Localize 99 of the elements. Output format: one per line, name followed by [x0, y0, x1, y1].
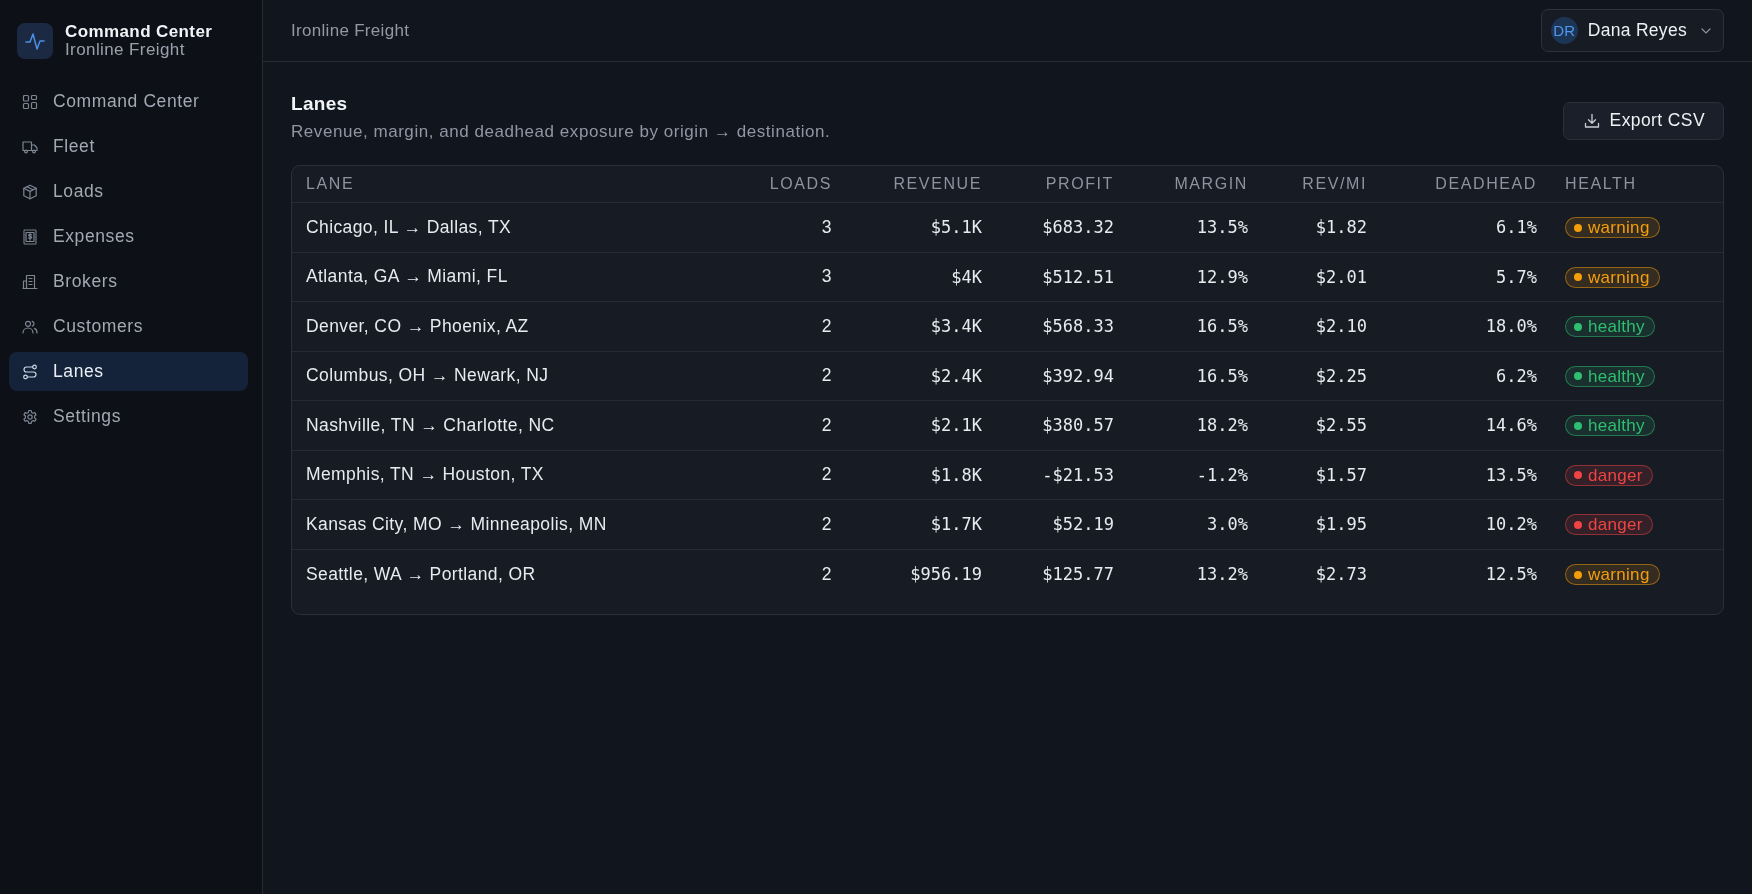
- table-cell-text: 12.5%: [1484, 564, 1537, 585]
- table-cell-text: Memphis, TN → Houston, TX: [306, 464, 545, 486]
- table-cell-text: $2.10: [1314, 316, 1367, 337]
- table-cell-text: 6.2%: [1495, 365, 1537, 386]
- table-cell-text: $5.1K: [929, 217, 982, 238]
- table-cell-text: 18.2%: [1195, 415, 1248, 436]
- table-cell-text: $2.73: [1314, 564, 1367, 585]
- nav-item[interactable]: Brokers: [9, 262, 248, 301]
- table-cell-text: 2: [820, 513, 832, 535]
- pulse-icon: [17, 23, 53, 59]
- nav-item[interactable]: Command Center: [9, 82, 248, 121]
- download-icon: [1583, 112, 1600, 129]
- table-cell-text: $380.57: [1041, 415, 1114, 436]
- status-label: warning: [1588, 565, 1650, 585]
- column-header: HEALTH: [1564, 175, 1638, 193]
- table-cell-text: 18.0%: [1484, 316, 1537, 337]
- table-cell-text: $2.55: [1314, 415, 1367, 436]
- column-header: REV/MI: [1301, 175, 1367, 193]
- table-cell-text: 2: [820, 464, 832, 486]
- table-cell-text: 14.6%: [1484, 415, 1537, 436]
- table-cell-text: Atlanta, GA → Miami, FL: [306, 266, 509, 288]
- table-cell-text: Kansas City, MO → Minneapolis, MN: [306, 513, 608, 535]
- nav-item[interactable]: Settings: [9, 397, 248, 436]
- table-cell-text: $1.8K: [929, 464, 982, 485]
- chevron-down-icon: [1701, 27, 1711, 34]
- table-cell-text: 2: [820, 414, 832, 436]
- status-label: warning: [1588, 218, 1650, 238]
- status-label: danger: [1588, 515, 1643, 535]
- table-cell-text: 2: [820, 365, 832, 387]
- nav-item[interactable]: Lanes: [9, 352, 248, 391]
- column-header: PROFIT: [1044, 175, 1114, 193]
- table-cell-text: $1.7K: [929, 514, 982, 535]
- status-label: healthy: [1588, 317, 1645, 337]
- status-label: danger: [1588, 465, 1643, 485]
- table-cell-text: -$21.53: [1041, 464, 1114, 485]
- table-cell-text: $1.82: [1314, 217, 1367, 238]
- table-cell-text: $392.94: [1041, 365, 1114, 386]
- table-cell-text: $1.95: [1314, 514, 1367, 535]
- page-subtitle: Revenue, margin, and deadhead exposure by origin → destination.: [291, 121, 831, 143]
- nav-item[interactable]: Fleet: [9, 127, 248, 166]
- truck-icon: [22, 138, 38, 155]
- table-cell-text: $52.19: [1051, 514, 1114, 535]
- table-cell-text: $2.25: [1314, 365, 1367, 386]
- table-cell-text: 2: [820, 563, 832, 585]
- column-header: LOADS: [768, 175, 832, 193]
- status-label: warning: [1588, 267, 1650, 287]
- table-cell-text: $4K: [950, 266, 982, 287]
- table-cell-text: $3.4K: [929, 316, 982, 337]
- table-cell-text: Nashville, TN → Charlotte, NC: [306, 414, 556, 436]
- box-icon: [22, 183, 38, 200]
- table-cell-text: Chicago, IL → Dallas, TX: [306, 216, 513, 238]
- column-header: LANE: [306, 175, 356, 193]
- user-menu-button[interactable]: DR Dana Reyes: [1540, 9, 1724, 52]
- table-cell-text: $2.4K: [929, 365, 982, 386]
- nav-item[interactable]: Loads: [9, 172, 248, 211]
- organization-name: Ironline Freight: [291, 20, 410, 41]
- status-label: healthy: [1588, 416, 1645, 436]
- table-cell-text: $683.32: [1041, 217, 1114, 238]
- table-cell-text: 3.0%: [1206, 514, 1248, 535]
- table-cell-text: $125.77: [1041, 564, 1114, 585]
- route-icon: [22, 363, 38, 380]
- table-cell-text: $1.57: [1314, 464, 1367, 485]
- table-cell-text: Denver, CO → Phoenix, AZ: [306, 315, 530, 337]
- nav-item[interactable]: Customers: [9, 307, 248, 346]
- gear-icon: [22, 408, 38, 425]
- column-header: DEADHEAD: [1434, 175, 1537, 193]
- grid-icon: [22, 93, 38, 110]
- table-cell-text: 3: [820, 216, 832, 238]
- table-cell-text: 16.5%: [1195, 365, 1248, 386]
- table-cell-text: -1.2%: [1195, 464, 1248, 485]
- brand-title: Command Center: [65, 23, 213, 41]
- building-icon: [22, 273, 38, 290]
- table-cell-text: $956.19: [909, 564, 982, 585]
- table-cell-text: 5.7%: [1495, 266, 1537, 287]
- user-avatar: DR: [1550, 17, 1578, 44]
- table-cell-text: $568.33: [1041, 316, 1114, 337]
- receipt-icon: [22, 228, 38, 245]
- nav-item[interactable]: Expenses: [9, 217, 248, 256]
- column-header: REVENUE: [892, 175, 982, 193]
- table-cell-text: 6.1%: [1495, 217, 1537, 238]
- table-cell-text: Columbus, OH → Newark, NJ: [306, 365, 550, 387]
- table-cell-text: 13.5%: [1484, 464, 1537, 485]
- table-cell-text: $2.1K: [929, 415, 982, 436]
- status-label: healthy: [1588, 366, 1645, 386]
- table-cell-text: 3: [820, 266, 832, 288]
- export-csv-button[interactable]: Export CSV: [1562, 101, 1724, 140]
- table-cell-text: 13.5%: [1195, 217, 1248, 238]
- people-icon: [22, 318, 38, 335]
- table-cell-text: $2.01: [1314, 266, 1367, 287]
- table-cell-text: 13.2%: [1195, 564, 1248, 585]
- table-cell-text: 2: [820, 315, 832, 337]
- brand-subtitle: Ironline Freight: [65, 41, 186, 59]
- table-cell-text: $512.51: [1041, 266, 1114, 287]
- table-cell-text: 12.9%: [1195, 266, 1248, 287]
- table-cell-text: Seattle, WA → Portland, OR: [306, 563, 537, 585]
- table-cell-text: 10.2%: [1484, 514, 1537, 535]
- table-cell-text: 16.5%: [1195, 316, 1248, 337]
- page-title: Lanes: [291, 92, 349, 116]
- column-header: MARGIN: [1173, 175, 1248, 193]
